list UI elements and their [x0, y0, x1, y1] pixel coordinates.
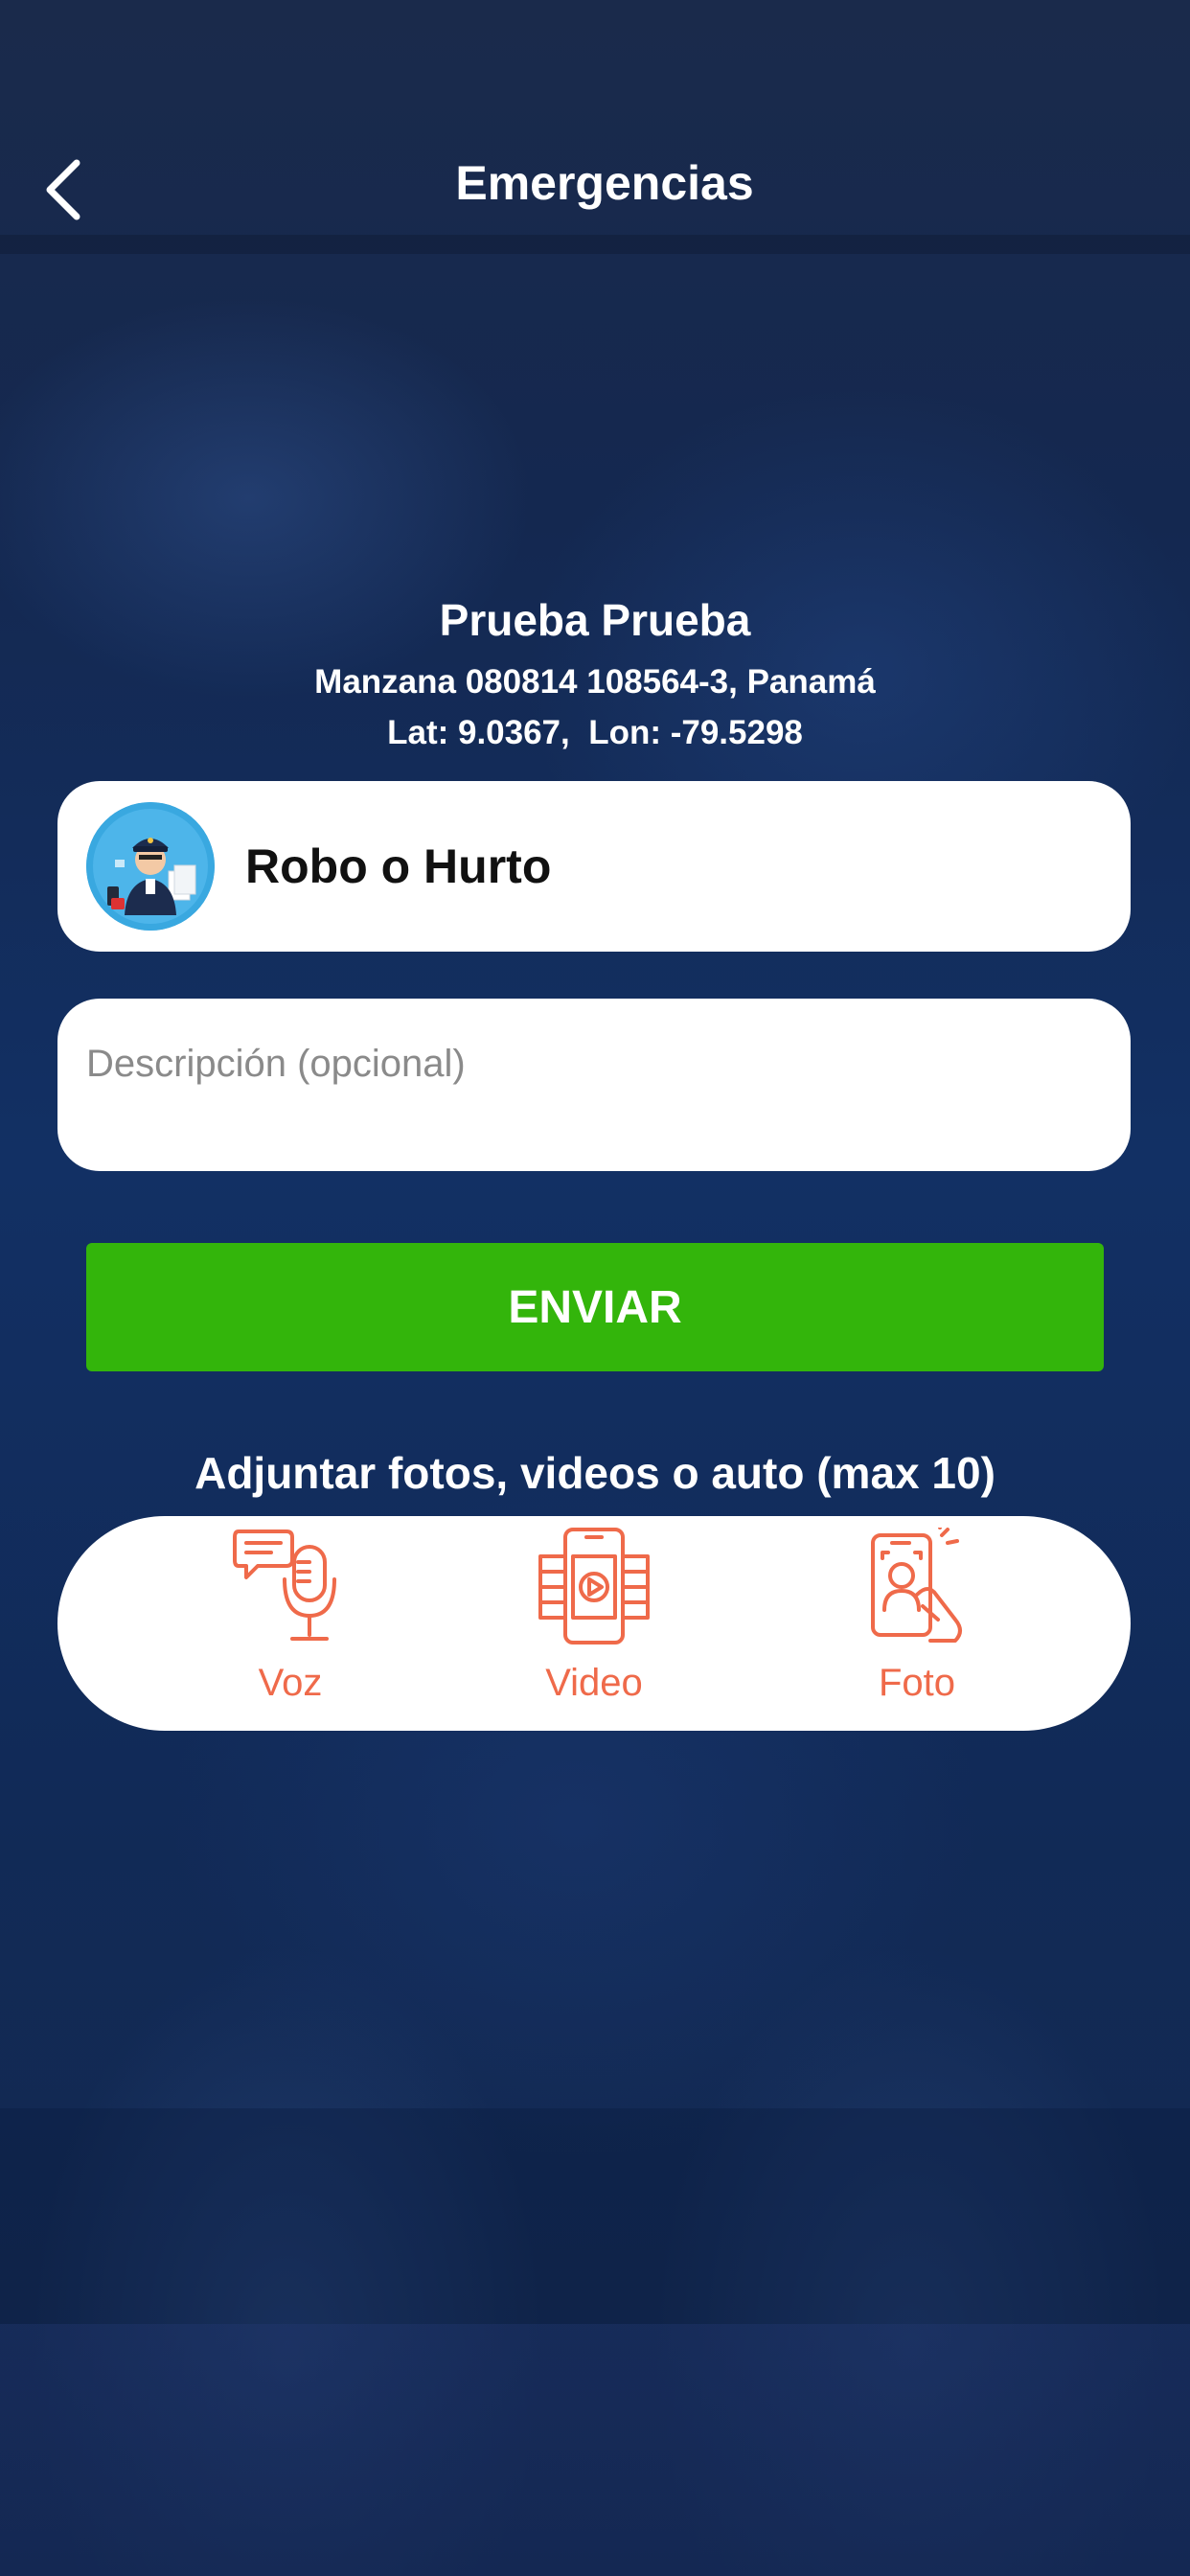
- video-attach-button[interactable]: Video: [498, 1528, 690, 1719]
- police-officer-icon: [86, 802, 215, 931]
- video-label: Video: [545, 1662, 643, 1704]
- attachments-panel: Voz Video Foto: [57, 1516, 1131, 1731]
- background-bottom: [0, 2324, 1190, 2576]
- microphone-icon: [233, 1530, 336, 1641]
- description-field[interactable]: [57, 999, 1131, 1171]
- photo-icon: [871, 1528, 962, 1643]
- video-icon: [538, 1528, 650, 1644]
- category-card[interactable]: Robo o Hurto: [57, 781, 1131, 952]
- background-watermark: ​: [159, 462, 167, 580]
- voice-label: Voz: [258, 1662, 323, 1704]
- category-label: Robo o Hurto: [245, 840, 552, 893]
- attachments-label: Adjuntar fotos, videos o auto (max 10): [195, 1448, 995, 1498]
- photo-attach-button[interactable]: Foto: [821, 1528, 1013, 1719]
- user-coordinates: Lat: 9.0367, Lon: -79.5298: [387, 714, 803, 751]
- voice-attach-button[interactable]: Voz: [195, 1528, 386, 1719]
- background-strip: [0, 2108, 1190, 2324]
- user-name: Prueba Prueba: [439, 595, 751, 645]
- photo-label: Foto: [878, 1662, 956, 1704]
- nav-header: Emergencias: [0, 144, 1190, 240]
- page-title: Emergencias: [455, 156, 754, 210]
- user-address: Manzana 080814 108564-3, Panamá: [314, 663, 876, 701]
- send-button[interactable]: ENVIAR: [86, 1243, 1104, 1371]
